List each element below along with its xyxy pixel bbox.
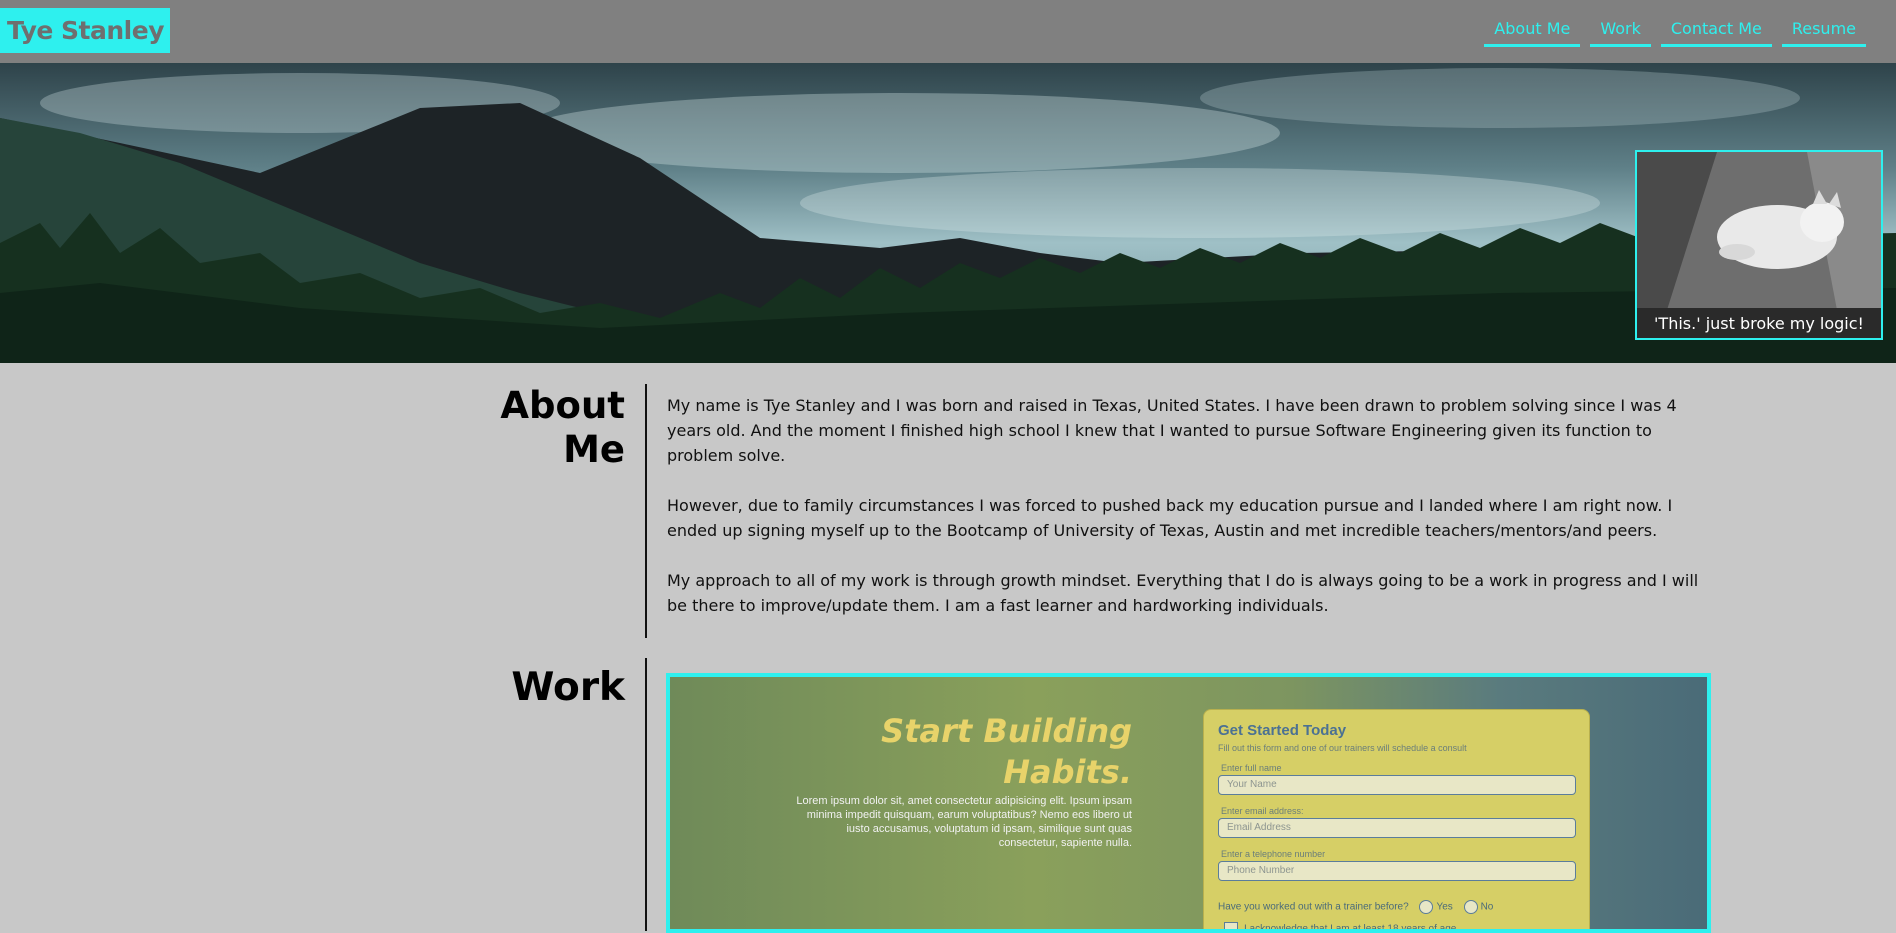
- form-acknowledge: I acknowledge that I am at least 18 year…: [1224, 922, 1457, 933]
- about-title: About Me: [470, 384, 625, 472]
- about-paragraph-1: My name is Tye Stanley and I was born an…: [667, 396, 1677, 465]
- project-heading-line2: Habits.: [1003, 753, 1132, 791]
- radio-no-label: No: [1480, 901, 1494, 913]
- about-paragraph-3: My approach to all of my work is through…: [667, 571, 1699, 615]
- form-input-email: Email Address: [1218, 818, 1576, 838]
- about-title-line2: Me: [563, 428, 625, 471]
- project-screenshot: Start Building Habits. Lorem ipsum dolor…: [670, 677, 1707, 929]
- work-project-card[interactable]: Start Building Habits. Lorem ipsum dolor…: [666, 673, 1711, 933]
- form-question-text: Have you worked out with a trainer befor…: [1218, 901, 1409, 913]
- form-title: Get Started Today: [1218, 722, 1347, 739]
- radio-yes-icon: [1419, 900, 1434, 914]
- nav-link-resume[interactable]: Resume: [1781, 18, 1866, 47]
- project-heading: Start Building Habits.: [881, 711, 1132, 793]
- hero-banner: [0, 63, 1896, 363]
- project-form-preview: Get Started Today Fill out this form and…: [1203, 709, 1590, 933]
- nav-link-work[interactable]: Work: [1590, 18, 1651, 47]
- form-label-name: Enter full name: [1221, 763, 1282, 773]
- about-paragraph-2: However, due to family circumstances I w…: [667, 496, 1673, 540]
- form-question: Have you worked out with a trainer befor…: [1218, 900, 1493, 914]
- nav-link-about-me[interactable]: About Me: [1484, 18, 1581, 47]
- profile-caption: 'This.' just broke my logic!: [1637, 308, 1881, 338]
- checkbox-icon: [1224, 922, 1238, 929]
- radio-no-icon: [1463, 900, 1478, 914]
- about-text: My name is Tye Stanley and I was born an…: [667, 393, 1712, 643]
- form-label-email: Enter email address:: [1221, 806, 1304, 816]
- profile-photo: [1637, 152, 1881, 310]
- corgi-photo-image: [1637, 152, 1881, 310]
- project-heading-line1: Start Building: [881, 712, 1132, 750]
- work-title: Work: [511, 665, 625, 710]
- nav-link-contact-me[interactable]: Contact Me: [1660, 18, 1772, 47]
- about-title-line1: About: [500, 384, 625, 427]
- mountain-forest-image: [0, 63, 1896, 363]
- radio-yes-label: Yes: [1436, 901, 1453, 913]
- form-subtitle: Fill out this form and one of our traine…: [1218, 743, 1467, 753]
- about-divider: [645, 384, 647, 638]
- profile-card: 'This.' just broke my logic!: [1635, 150, 1883, 340]
- form-input-name: Your Name: [1218, 775, 1576, 795]
- brand-logo[interactable]: Tye Stanley: [0, 8, 170, 53]
- brand-name: Tye Stanley: [7, 16, 165, 45]
- project-lorem-text: Lorem ipsum dolor sit, amet consectetur …: [796, 795, 1132, 849]
- work-divider: [645, 658, 647, 931]
- form-label-phone: Enter a telephone number: [1221, 849, 1326, 859]
- main-nav: About Me Work Contact Me Resume: [1484, 18, 1866, 47]
- top-navbar: Tye Stanley About Me Work Contact Me Res…: [0, 0, 1896, 63]
- form-acknowledge-text: I acknowledge that I am at least 18 year…: [1244, 923, 1457, 933]
- form-input-phone: Phone Number: [1218, 861, 1576, 881]
